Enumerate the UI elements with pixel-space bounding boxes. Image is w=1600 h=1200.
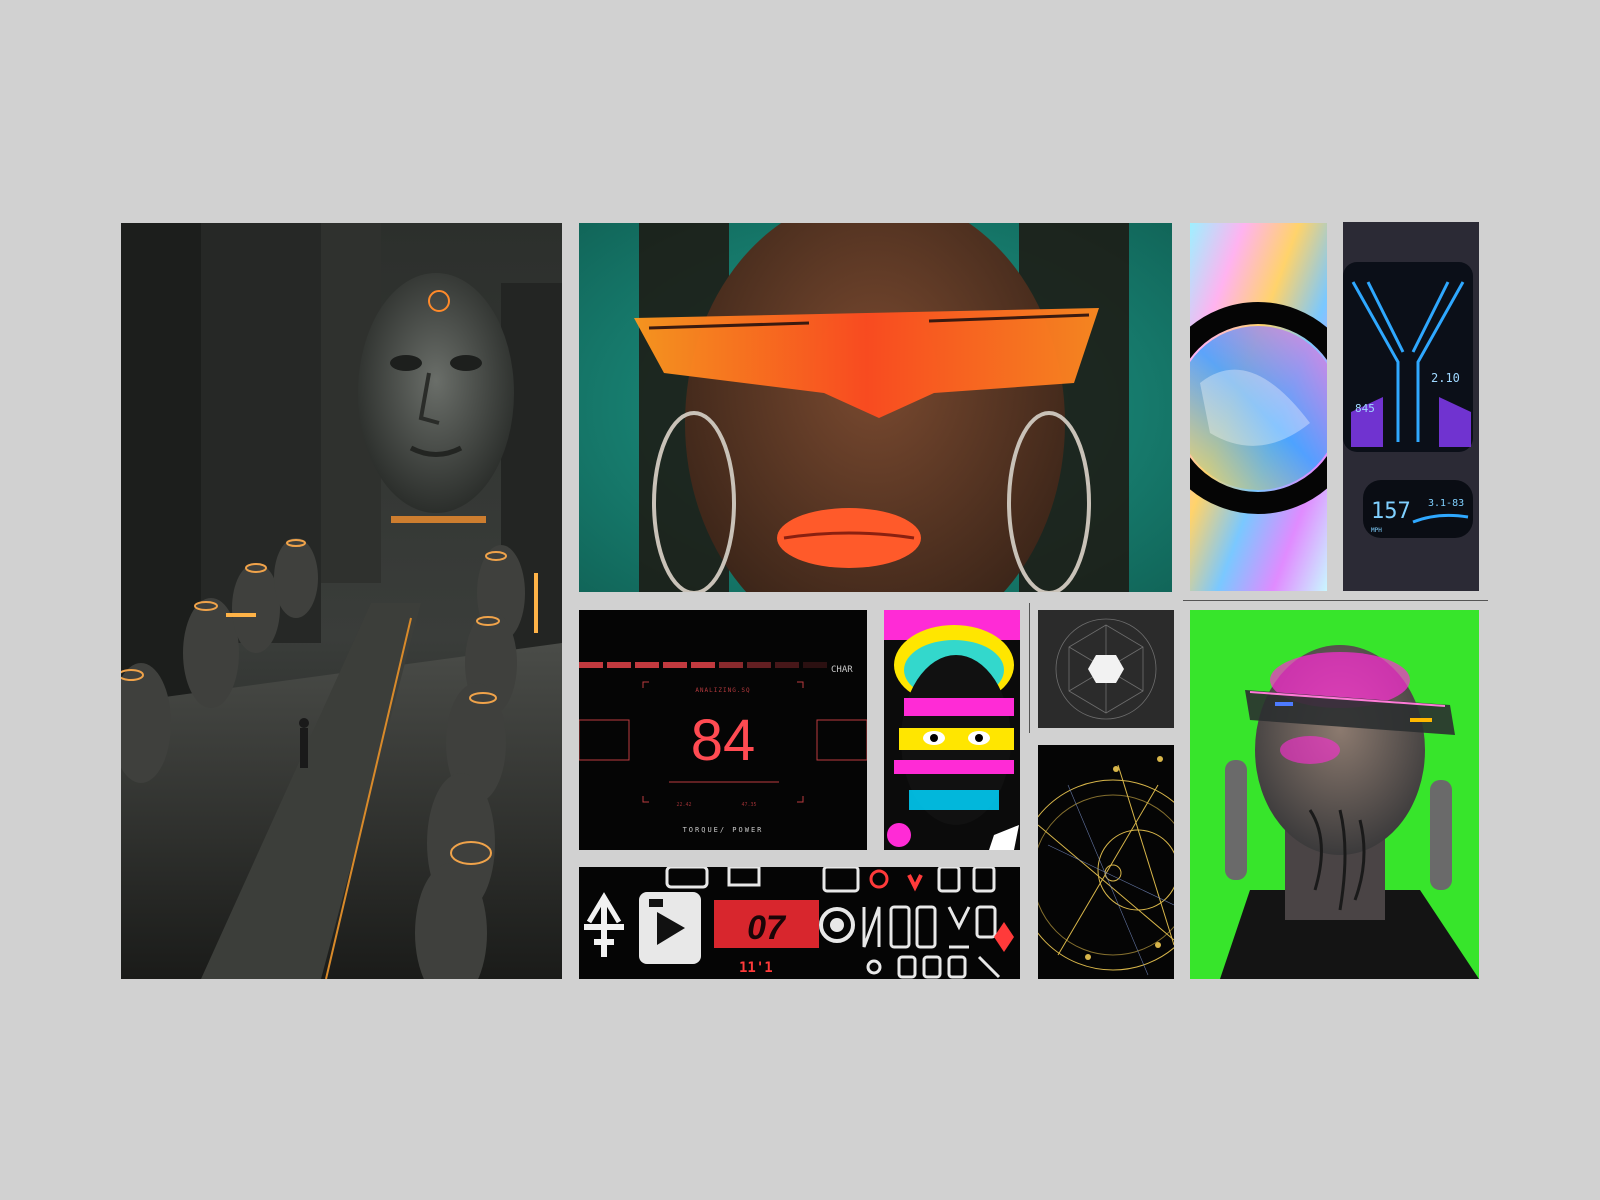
glyph-small: 11'1 bbox=[739, 960, 773, 976]
art-wireframe-polyhedron bbox=[1038, 610, 1174, 728]
dashboard-gear: 157 bbox=[1371, 499, 1411, 524]
divider-line-vertical bbox=[1029, 603, 1030, 733]
hud-time-right: 47.35 bbox=[741, 802, 756, 808]
dashboard-reading-mid: 845 bbox=[1355, 402, 1375, 415]
photo-man-green-backdrop bbox=[1190, 610, 1479, 979]
divider-line-right bbox=[1183, 600, 1488, 601]
dashboard-reading-top: 2.10 bbox=[1431, 371, 1460, 385]
glyph-code: 07 bbox=[747, 909, 787, 947]
photo-woman-orange-visor bbox=[579, 223, 1172, 592]
art-orbit-diagram bbox=[1038, 745, 1174, 979]
hud-readout-panel: CHAR ANALIZING.SQ 84 22.42 47.35 TORQUE/… bbox=[579, 610, 867, 850]
art-neon-bust bbox=[884, 610, 1020, 850]
art-glyph-sheet: 07 11'1 bbox=[579, 867, 1020, 979]
hud-footer: TORQUE/ POWER bbox=[683, 826, 764, 834]
hud-status: ANALIZING.SQ bbox=[695, 687, 750, 694]
photo-temple-giant-face bbox=[121, 223, 562, 979]
art-holographic-circle bbox=[1190, 223, 1327, 591]
hud-time-left: 22.42 bbox=[676, 802, 691, 808]
dashboard-gear-unit: MPH bbox=[1371, 527, 1382, 534]
photo-car-dashboard: 2.10 845 157 MPH 3.1-83 bbox=[1343, 222, 1479, 591]
hud-value: 84 bbox=[691, 708, 756, 773]
dashboard-lap: 3.1-83 bbox=[1428, 498, 1464, 509]
hud-title-partial: CHAR bbox=[831, 665, 853, 675]
